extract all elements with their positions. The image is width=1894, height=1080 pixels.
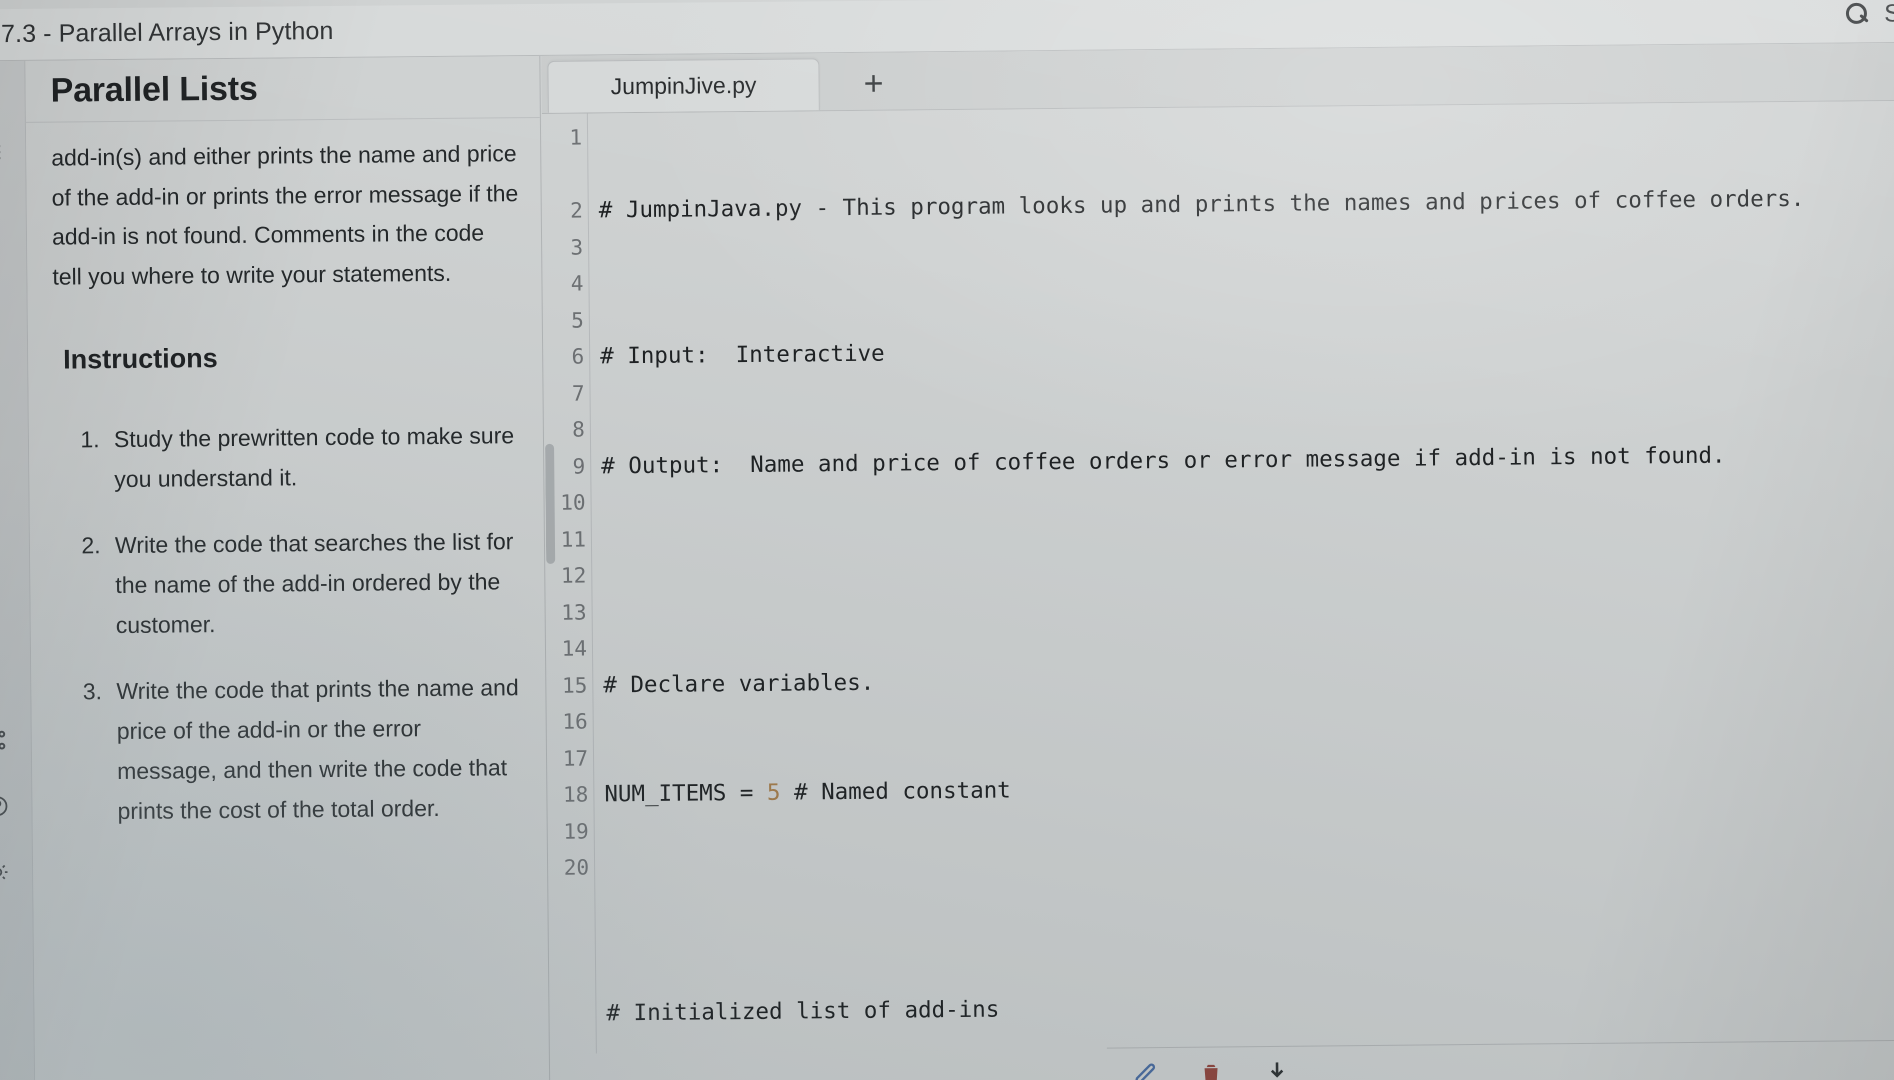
underline-icon[interactable] [0,207,7,237]
code-editor-panel: JumpinJive.py + 1 2 3 4 5 6 7 8 9 10 11 … [541,42,1894,1080]
add-tab-button[interactable]: + [837,57,909,110]
search-label: Sear [1884,0,1894,28]
code-line-8: # Initialized list of add-ins [606,996,1000,1027]
instructions-heading: Parallel Lists [50,69,258,110]
line-number: 19 [563,819,589,844]
page-title: 7.3 - Parallel Arrays in Python [0,16,334,49]
code-scrollbar-thumb[interactable] [545,443,556,564]
line-number: 18 [562,782,589,807]
screen-photo: 7.3 - Parallel Arrays in Python Sear Par… [0,0,1894,1080]
list-item: Write the code that searches the list fo… [107,521,523,645]
line-number: 17 [562,746,589,771]
code-line-6: NUM_ITEMS = 5 # Named constant [604,777,1011,808]
share-icon[interactable] [0,725,12,755]
list-icon[interactable] [0,137,6,167]
line-number: 5 [571,308,584,333]
line-number: 16 [562,709,588,734]
delete-trash-icon[interactable] [1195,1057,1227,1080]
code-line-5: # Declare variables. [603,669,875,698]
line-number: 4 [570,271,584,296]
help-icon[interactable] [0,791,13,821]
search-icon[interactable] [1846,3,1868,25]
line-number: 7 [571,381,585,406]
line-number: 6 [571,344,585,369]
line-number: 2 [570,198,583,223]
code-line-1: # JumpinJava.py - This program looks up … [598,185,1805,224]
instructions-body: add-in(s) and either prints the name and… [26,118,547,832]
code-text[interactable]: # JumpinJava.py - This program looks up … [588,101,1894,1054]
line-number: 3 [570,235,584,260]
line-number: 1 [569,125,583,150]
line-number: 20 [563,855,590,880]
code-line-2: # Input: Interactive [600,340,885,370]
tab-jumpinjive-py[interactable]: JumpinJive.py [547,58,820,113]
search-control[interactable]: Sear [1846,0,1894,29]
chevron-right-icon[interactable] [0,279,8,309]
instructions-steps-list: Study the prewritten code to make sure y… [54,415,525,831]
line-number: 14 [561,636,588,661]
instructions-steps-heading: Instructions [63,343,218,375]
line-number: 8 [572,417,586,442]
code-line-3: # Output: Name and price of coffee order… [601,442,1726,479]
screen-surface: 7.3 - Parallel Arrays in Python Sear Par… [0,0,1894,1080]
book-icon[interactable] [0,69,6,99]
gear-icon[interactable] [0,857,13,887]
line-number: 13 [561,600,587,625]
instructions-paragraph: add-in(s) and either prints the name and… [51,140,519,290]
edit-pencil-icon[interactable] [1129,1058,1161,1080]
instructions-panel: Parallel Lists add-in(s) and either prin… [25,55,551,1080]
line-number: 15 [561,673,588,698]
code-area[interactable]: 1 2 3 4 5 6 7 8 9 10 11 12 13 14 15 16 1… [541,100,1894,1054]
instructions-header: Parallel Lists [25,55,540,123]
list-item: Study the prewritten code to make sure y… [106,415,522,499]
list-item: Write the code that prints the name and … [108,667,525,831]
download-icon[interactable] [1261,1056,1293,1080]
